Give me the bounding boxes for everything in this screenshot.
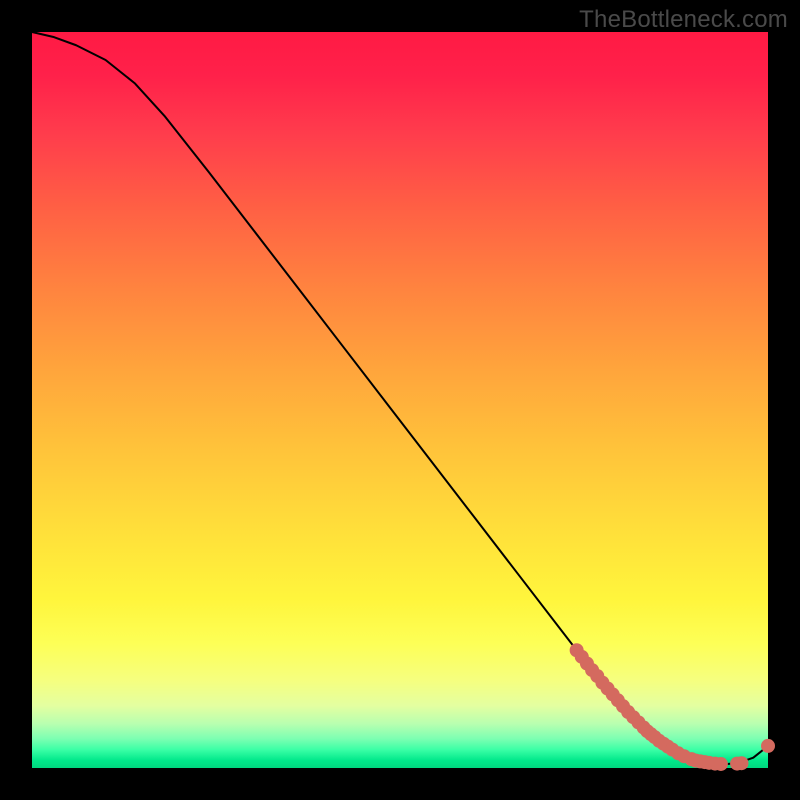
marker-point: [735, 756, 749, 770]
chart-svg: [32, 32, 768, 768]
watermark-text: TheBottleneck.com: [579, 6, 788, 34]
plot-area: [32, 32, 768, 768]
chart-stage: TheBottleneck.com: [0, 0, 800, 800]
marker-point: [714, 757, 728, 771]
markers-group: [570, 643, 775, 771]
marker-point: [761, 739, 775, 753]
curve-line: [32, 32, 768, 764]
